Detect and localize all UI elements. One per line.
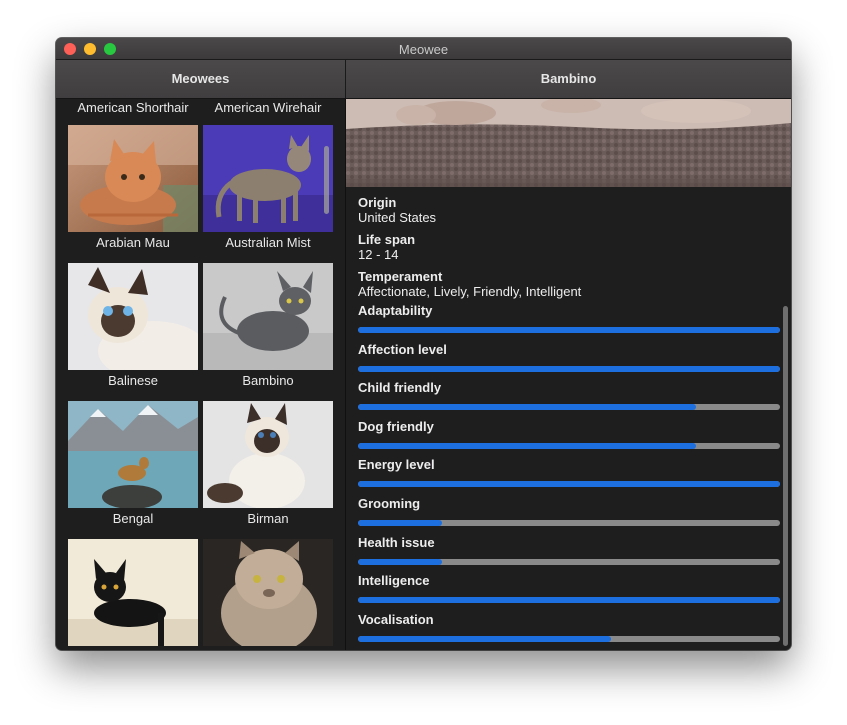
- grid-cell-american-shorthair[interactable]: American Shorthair: [68, 99, 198, 119]
- grid-cell-label: [68, 646, 198, 650]
- stat-bar: [358, 327, 780, 333]
- grid-cell-label: American Shorthair: [77, 100, 189, 115]
- field-temperament: Temperament Affectionate, Lively, Friend…: [358, 269, 778, 299]
- stat-intelligence: Intelligence: [358, 573, 780, 612]
- stats-list: Adaptability Affection level Child frien…: [358, 303, 780, 650]
- field-origin: Origin United States: [358, 195, 778, 225]
- header-bar: Meowees Bambino: [56, 60, 791, 99]
- bengal-cat-lake-photo: [68, 401, 198, 508]
- grid-cell-australian-mist[interactable]: Australian Mist: [203, 125, 333, 254]
- app-window: Meowee Meowees Bambino American Shorthai…: [56, 38, 791, 650]
- stat-bar: [358, 597, 780, 604]
- grid-cell-balinese[interactable]: Balinese: [68, 263, 198, 392]
- grid-cell-bombay[interactable]: [68, 539, 198, 650]
- stat-label: Intelligence: [358, 573, 430, 589]
- stat-bar-fill: [358, 635, 612, 642]
- stat-label: Vocalisation: [358, 611, 434, 627]
- stat-bar-fill: [358, 365, 780, 372]
- stat-bar: [358, 558, 780, 565]
- stat-bar-fill: [358, 597, 780, 604]
- grid-cell-label: [203, 646, 333, 650]
- stat-label: Health issue: [358, 534, 435, 550]
- breed-grid[interactable]: American Shorthair American Wirehair Ara…: [56, 99, 346, 650]
- grid-cell-bengal[interactable]: Bengal: [68, 401, 198, 530]
- field-title: Temperament: [358, 269, 443, 284]
- stat-label: Affection level: [358, 341, 447, 357]
- stat-adaptability: Adaptability: [358, 303, 780, 342]
- stat-bar-fill: [358, 481, 780, 488]
- stat-bar: [358, 404, 780, 411]
- orange-tabby-cat-photo: [68, 125, 198, 232]
- stat-health-issue: Health issue: [358, 534, 780, 574]
- sidebar-title: Meowees: [56, 60, 346, 98]
- grid-cell-birman[interactable]: Birman: [203, 401, 333, 530]
- grid-cell-label: Arabian Mau: [96, 235, 170, 250]
- grid-cell-label: American Wirehair: [214, 100, 322, 115]
- field-value: 12 - 14: [358, 247, 399, 262]
- sidebar-scrollbar[interactable]: [324, 146, 329, 214]
- stat-label: Energy level: [358, 457, 435, 473]
- field-title: Origin: [358, 195, 397, 210]
- persian-cat-photo: [203, 539, 333, 646]
- title-bar: Meowee: [56, 38, 791, 60]
- birman-cat-photo: [203, 401, 333, 508]
- breed-info: Origin United States Life span 12 - 14 T…: [358, 195, 780, 650]
- grid-cell-label: Bambino: [242, 373, 294, 388]
- siamese-cat-photo: [68, 263, 198, 370]
- field-title: Life span: [358, 232, 416, 247]
- stat-bar: [358, 481, 780, 488]
- detail-scrollbar[interactable]: [783, 306, 788, 646]
- stat-bar: [358, 635, 780, 642]
- stat-label: Grooming: [358, 495, 421, 511]
- grid-cell-american-wirehair[interactable]: American Wirehair: [203, 99, 333, 119]
- stat-bar-fill: [358, 327, 780, 333]
- stat-child-friendly: Child friendly: [358, 380, 780, 419]
- tabby-cat-standing-photo: [203, 125, 333, 232]
- stat-vocalisation: Vocalisation: [358, 611, 780, 650]
- field-value: United States: [358, 210, 437, 225]
- stat-bar: [358, 442, 780, 449]
- stat-label: Adaptability: [358, 303, 433, 318]
- field-life-span: Life span 12 - 14: [358, 232, 778, 262]
- stat-energy-level: Energy level: [358, 457, 780, 496]
- stat-grooming: Grooming: [358, 495, 780, 535]
- grid-cell-label: Australian Mist: [225, 235, 311, 250]
- stat-bar-fill: [358, 404, 696, 411]
- black-cat-photo: [68, 539, 198, 646]
- stat-bar-fill: [358, 558, 443, 565]
- stat-bar: [358, 365, 780, 372]
- detail-title: Bambino: [540, 71, 597, 86]
- stat-label: Child friendly: [358, 380, 442, 396]
- grid-cell-bambino[interactable]: Bambino: [203, 263, 333, 392]
- stat-bar: [358, 519, 780, 526]
- stat-label: Dog friendly: [358, 418, 434, 434]
- stat-bar-fill: [358, 442, 696, 449]
- window-title: Meowee: [398, 42, 449, 57]
- stat-bar-fill: [358, 519, 443, 526]
- grid-cell-label: Bengal: [112, 511, 154, 526]
- breed-detail-panel[interactable]: Origin United States Life span 12 - 14 T…: [346, 99, 791, 650]
- stat-affection-level: Affection level: [358, 341, 780, 381]
- grid-cell-label: Birman: [247, 511, 289, 526]
- sphynx-cat-photo: [203, 263, 333, 370]
- cat-on-fur-blanket-photo: [346, 99, 791, 187]
- grid-cell-arabian-mau[interactable]: Arabian Mau: [68, 125, 198, 254]
- stat-dog-friendly: Dog friendly: [358, 418, 780, 458]
- field-value: Affectionate, Lively, Friendly, Intellig…: [358, 284, 582, 299]
- grid-cell-label: Balinese: [108, 373, 158, 388]
- grid-cell-british-longhair[interactable]: [203, 539, 333, 650]
